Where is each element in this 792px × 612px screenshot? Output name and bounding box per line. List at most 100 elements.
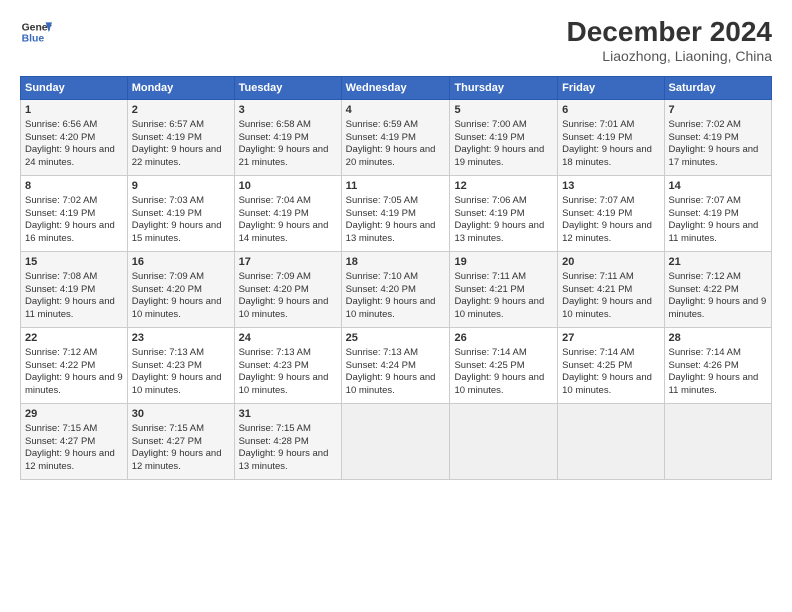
day-number: 21 (669, 255, 767, 270)
day-cell: 3Sunrise: 6:58 AMSunset: 4:19 PMDaylight… (234, 100, 341, 176)
sunrise-text: Sunrise: 6:58 AM (239, 119, 311, 130)
sunrise-text: Sunrise: 7:14 AM (669, 347, 741, 358)
sunset-text: Sunset: 4:24 PM (346, 360, 416, 371)
daylight-text: Daylight: 9 hours and 10 minutes. (239, 296, 329, 320)
day-cell: 9Sunrise: 7:03 AM Sunset: 4:19 PMDaylight… (127, 176, 234, 252)
week-row-3: 15Sunrise: 7:08 AMSunset: 4:19 PMDayligh… (21, 252, 772, 328)
sunset-text: Sunset: 4:19 PM (454, 208, 524, 219)
daylight-text: Daylight: 9 hours and 17 minutes. (669, 144, 759, 168)
day-cell: 19Sunrise: 7:11 AMSunset: 4:21 PMDayligh… (450, 252, 558, 328)
day-cell: 27Sunrise: 7:14 AMSunset: 4:25 PMDayligh… (558, 328, 664, 404)
sunset-text: Sunset: 4:19 PM (132, 132, 202, 143)
daylight-text: Daylight: 9 hours and 10 minutes. (239, 372, 329, 396)
sunset-text: Sunset: 4:19 PM (239, 208, 309, 219)
sunset-text: Sunset: 4:20 PM (25, 132, 95, 143)
sunrise-text: Sunrise: 7:13 AM (239, 347, 311, 358)
daylight-text: Daylight: 9 hours and 13 minutes. (239, 448, 329, 472)
sunset-text: Sunset: 4:28 PM (239, 436, 309, 447)
daylight-text: Daylight: 9 hours and 22 minutes. (132, 144, 222, 168)
daylight-text: Daylight: 9 hours and 14 minutes. (239, 220, 329, 244)
day-cell (664, 404, 771, 480)
sunset-text: Sunset: 4:19 PM (669, 132, 739, 143)
day-cell: 14Sunrise: 7:07 AMSunset: 4:19 PMDayligh… (664, 176, 771, 252)
sunset-text: Sunset: 4:26 PM (669, 360, 739, 371)
daylight-text: Daylight: 9 hours and 10 minutes. (562, 372, 652, 396)
sunset-text: Sunset: 4:21 PM (454, 284, 524, 295)
day-cell: 2Sunrise: 6:57 AMSunset: 4:19 PMDaylight… (127, 100, 234, 176)
sunrise-text: Sunrise: 7:09 AM (239, 271, 311, 282)
sunset-text: Sunset: 4:23 PM (239, 360, 309, 371)
sunrise-text: Sunrise: 7:06 AM (454, 195, 526, 206)
day-cell: 16Sunrise: 7:09 AM Sunset: 4:20 PMDayligh… (127, 252, 234, 328)
dow-header-friday: Friday (558, 77, 664, 100)
day-number: 17 (239, 255, 337, 270)
header: General Blue December 2024 Liaozhong, Li… (20, 16, 772, 64)
sunset-text: Sunset: 4:22 PM (669, 284, 739, 295)
sunrise-text: Sunrise: 7:02 AM (669, 119, 741, 130)
sunrise-text: Sunrise: 7:03 AM (132, 195, 204, 206)
logo-icon: General Blue (20, 16, 52, 48)
day-cell: 17Sunrise: 7:09 AM Sunset: 4:20 PMDayligh… (234, 252, 341, 328)
daylight-text: Daylight: 9 hours and 13 minutes. (454, 220, 544, 244)
day-cell: 28Sunrise: 7:14 AMSunset: 4:26 PMDayligh… (664, 328, 771, 404)
sunrise-text: Sunrise: 7:15 AM (132, 423, 204, 434)
day-number: 16 (132, 255, 230, 270)
sunrise-text: Sunrise: 7:11 AM (454, 271, 526, 282)
calendar: SundayMondayTuesdayWednesdayThursdayFrid… (20, 76, 772, 480)
sunrise-text: Sunrise: 7:09 AM (132, 271, 204, 282)
daylight-text: Daylight: 9 hours and 10 minutes. (346, 296, 436, 320)
day-number: 25 (346, 331, 446, 346)
sunrise-text: Sunrise: 7:04 AM (239, 195, 311, 206)
day-number: 6 (562, 103, 659, 118)
sunrise-text: Sunrise: 7:12 AM (25, 347, 97, 358)
day-number: 1 (25, 103, 123, 118)
sunset-text: Sunset: 4:27 PM (132, 436, 202, 447)
day-cell: 6Sunrise: 7:01 AMSunset: 4:19 PMDaylight… (558, 100, 664, 176)
sunrise-text: Sunrise: 7:15 AM (25, 423, 97, 434)
main-title: December 2024 (567, 16, 772, 48)
day-number: 11 (346, 179, 446, 194)
daylight-text: Daylight: 9 hours and 11 minutes. (25, 296, 115, 320)
day-number: 31 (239, 407, 337, 422)
sunset-text: Sunset: 4:25 PM (562, 360, 632, 371)
day-number: 23 (132, 331, 230, 346)
daylight-text: Daylight: 9 hours and 11 minutes. (669, 220, 759, 244)
sunset-text: Sunset: 4:19 PM (25, 284, 95, 295)
sunrise-text: Sunrise: 7:08 AM (25, 271, 97, 282)
sunset-text: Sunset: 4:19 PM (454, 132, 524, 143)
sunset-text: Sunset: 4:20 PM (239, 284, 309, 295)
daylight-text: Daylight: 9 hours and 18 minutes. (562, 144, 652, 168)
sunrise-text: Sunrise: 6:56 AM (25, 119, 97, 130)
dow-header-saturday: Saturday (664, 77, 771, 100)
day-cell: 26Sunrise: 7:14 AMSunset: 4:25 PMDayligh… (450, 328, 558, 404)
week-row-1: 1Sunrise: 6:56 AMSunset: 4:20 PMDaylight… (21, 100, 772, 176)
day-cell: 11Sunrise: 7:05 AMSunset: 4:19 PMDayligh… (341, 176, 450, 252)
sunrise-text: Sunrise: 7:07 AM (669, 195, 741, 206)
sunset-text: Sunset: 4:19 PM (562, 132, 632, 143)
sunrise-text: Sunrise: 7:05 AM (346, 195, 418, 206)
day-number: 30 (132, 407, 230, 422)
day-cell (450, 404, 558, 480)
day-cell: 7Sunrise: 7:02 AMSunset: 4:19 PMDaylight… (664, 100, 771, 176)
dow-header-wednesday: Wednesday (341, 77, 450, 100)
day-number: 29 (25, 407, 123, 422)
sunset-text: Sunset: 4:19 PM (346, 132, 416, 143)
daylight-text: Daylight: 9 hours and 10 minutes. (562, 296, 652, 320)
sunset-text: Sunset: 4:19 PM (25, 208, 95, 219)
day-cell: 18Sunrise: 7:10 AMSunset: 4:20 PMDayligh… (341, 252, 450, 328)
daylight-text: Daylight: 9 hours and 24 minutes. (25, 144, 115, 168)
day-cell: 23Sunrise: 7:13 AMSunset: 4:23 PMDayligh… (127, 328, 234, 404)
day-number: 9 (132, 179, 230, 194)
day-cell: 12Sunrise: 7:06 AMSunset: 4:19 PMDayligh… (450, 176, 558, 252)
sunset-text: Sunset: 4:20 PM (132, 284, 202, 295)
day-cell: 1Sunrise: 6:56 AM Sunset: 4:20 PMDaylight… (21, 100, 128, 176)
day-cell: 30Sunrise: 7:15 AMSunset: 4:27 PMDayligh… (127, 404, 234, 480)
daylight-text: Daylight: 9 hours and 10 minutes. (346, 372, 436, 396)
sunrise-text: Sunrise: 7:13 AM (346, 347, 418, 358)
sunset-text: Sunset: 4:19 PM (132, 208, 202, 219)
day-number: 14 (669, 179, 767, 194)
daylight-text: Daylight: 9 hours and 10 minutes. (132, 296, 222, 320)
sunset-text: Sunset: 4:25 PM (454, 360, 524, 371)
daylight-text: Daylight: 9 hours and 9 minutes. (25, 372, 123, 396)
daylight-text: Daylight: 9 hours and 15 minutes. (132, 220, 222, 244)
